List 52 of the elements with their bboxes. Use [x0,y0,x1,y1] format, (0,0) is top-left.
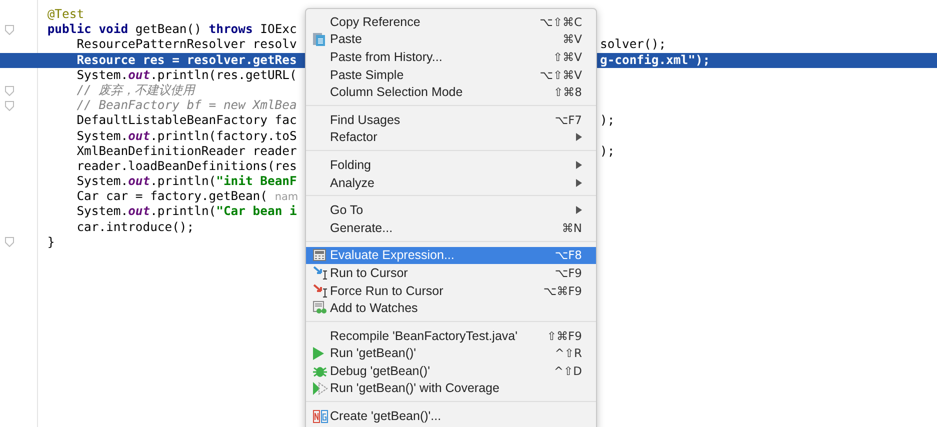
menu-item[interactable]: Run to Cursor ⌥F9 [306,264,596,282]
menu-item[interactable]: Paste ⌘V [306,30,596,48]
calculator-icon [313,249,326,262]
menu-item[interactable]: Go To [306,201,596,219]
code-line: ); [600,113,615,128]
menu-item[interactable]: Paste Simple ⌥⇧⌘V [306,66,596,84]
menu-item[interactable]: Recompile 'BeanFactoryTest.java' ⇧⌘F9 [306,326,596,344]
code-line: Resource res = resolver.getRes [76,52,297,67]
code-line: g-config.xml"); [600,52,710,68]
force-run-icon [313,284,329,298]
code-line: // 废弃，不建议使用 [76,82,195,97]
menu-item[interactable]: Refactor [306,128,596,146]
menu-item[interactable]: Force Run to Cursor ⌥⌘F9 [306,282,596,300]
code-line: solver(); [600,37,666,53]
menu-item[interactable]: Add to Watches [306,299,596,317]
menu-item[interactable]: Copy Reference ⌥⇧⌘C [306,13,596,31]
menu-item[interactable]: Paste from History... ⇧⌘V [306,48,596,66]
code-line: ResourcePatternResolver resolv [76,37,297,52]
menu-item[interactable]: Run 'getBean()' ^⇧R [306,344,596,362]
menu-item[interactable]: Create 'getBean()'... [306,407,596,425]
code-line: ); [600,144,615,159]
fold-icon[interactable] [5,86,14,96]
code-line: System.out.println(res.getURL( [76,68,297,82]
play-icon [313,346,324,360]
run-to-cursor-icon [313,266,329,280]
code-line: System.out.println("Car bean i [76,204,297,218]
fold-icon[interactable] [5,100,14,111]
code-line: System.out.println("init BeanF [76,174,297,188]
code-line: System.out.println(factory.toS [76,128,297,142]
code-line: Car car = factory.getBean( nam [76,189,298,204]
create-icon [313,410,328,423]
menu-item[interactable]: Generate... ⌘N [306,218,596,237]
fold-icon[interactable] [5,237,14,248]
menu-item[interactable]: Evaluate Expression... ⌥F8 [306,246,596,264]
code-line: } [46,234,55,249]
clipboard-icon [313,32,325,46]
menu-item[interactable]: Find Usages ⌥F7 [306,110,596,129]
coverage-icon [313,382,328,395]
code-line: XmlBeanDefinitionReader reader [76,144,297,158]
code-line: @Test [46,7,84,21]
menu-item[interactable]: Column Selection Mode ⇧⌘8 [306,83,596,101]
watches-icon [313,301,327,316]
code-line: public void getBean() throws IOExc [46,22,297,36]
code-line: // BeanFactory bf = new XmlBea [76,98,297,112]
menu-item[interactable]: Run 'getBean()' with Coverage [306,380,596,398]
code-line: car.introduce(); [76,220,194,234]
fold-icon[interactable] [5,24,14,35]
menu-item[interactable]: Debug 'getBean()' ^⇧D [306,362,596,380]
menu-item[interactable]: Folding [306,156,596,174]
menu-item[interactable]: Analyze [306,174,596,192]
code-line: DefaultListableBeanFactory fac [76,113,297,128]
code-line: reader.loadBeanDefinitions(res [76,158,297,173]
